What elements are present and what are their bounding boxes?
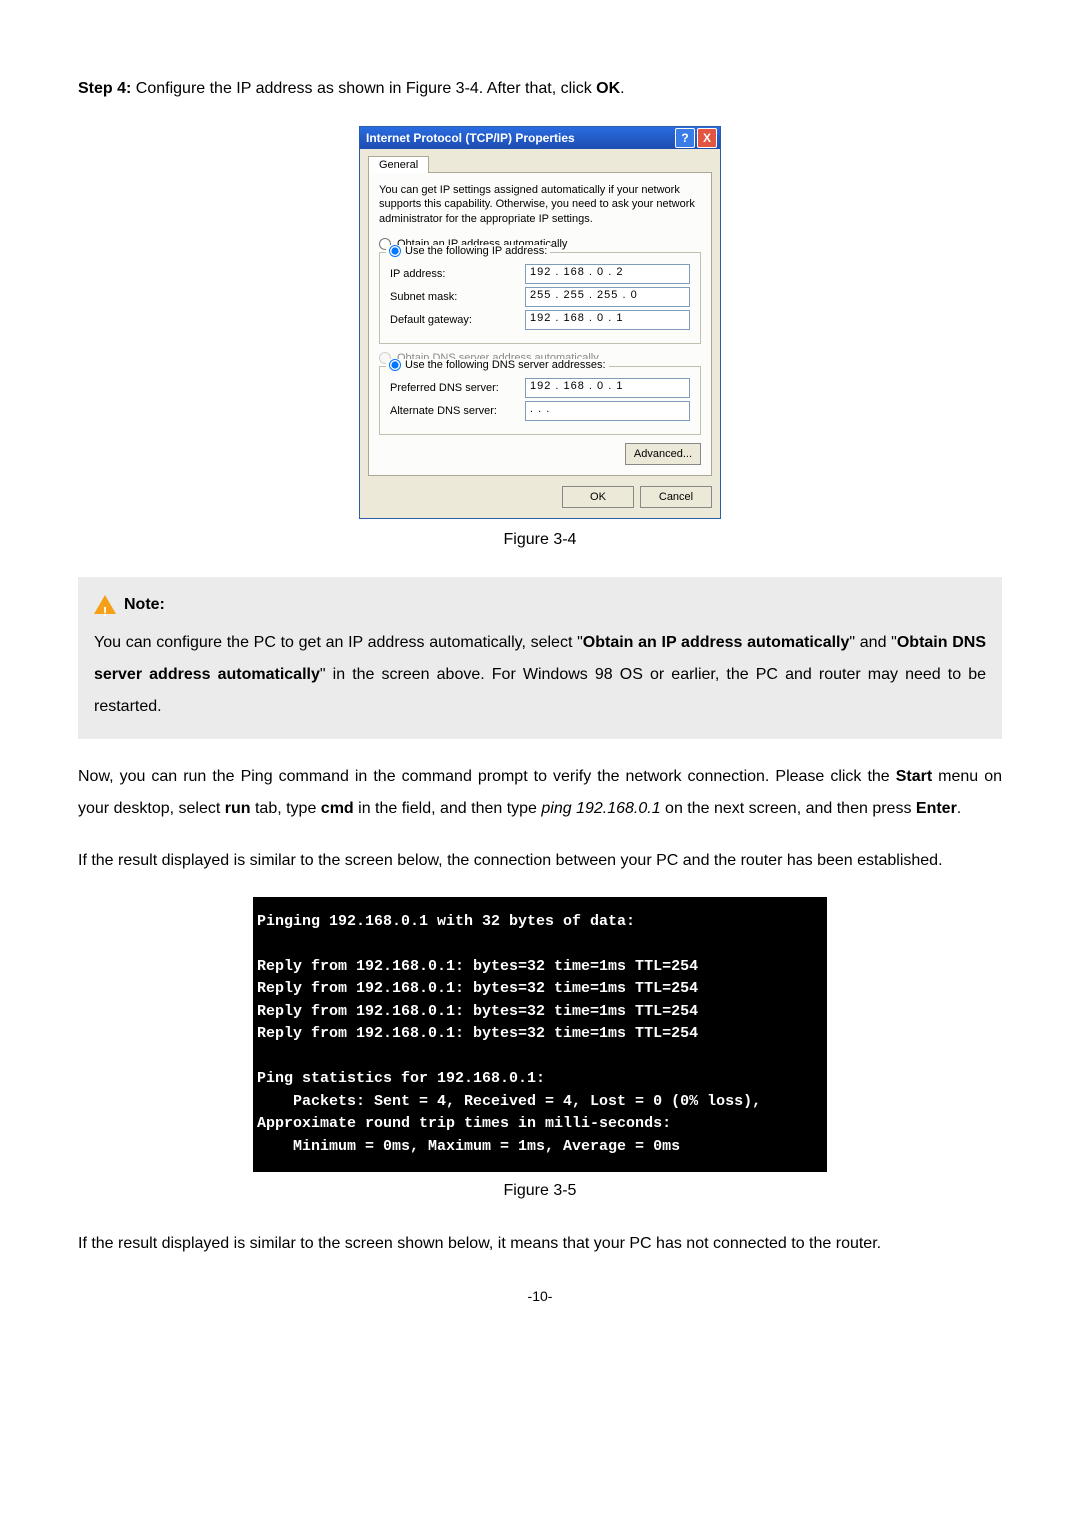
radio-label-use-ip: Use the following IP address: [405,245,547,257]
help-icon[interactable]: ? [675,128,695,148]
step-label: Step 4: [78,80,131,97]
p1-b3: cmd [321,800,354,817]
advanced-button[interactable]: Advanced... [625,443,701,465]
note-t1: You can configure the PC to get an IP ad… [94,634,583,651]
warning-icon: ! [94,595,116,615]
radio-use-ip[interactable]: Use the following IP address: [386,245,550,257]
dialog-titlebar: Internet Protocol (TCP/IP) Properties ? … [360,127,720,149]
alternate-dns-label: Alternate DNS server: [390,405,500,417]
p1-b1: Start [896,768,932,785]
tcpip-properties-dialog: Internet Protocol (TCP/IP) Properties ? … [359,126,721,519]
alternate-dns-input[interactable]: . . . [525,401,690,421]
paragraph-ping-instructions: Now, you can run the Ping command in the… [78,761,1002,825]
note-box: ! Note: You can configure the PC to get … [78,577,1002,739]
default-gateway-input[interactable]: 192 . 168 . 0 . 1 [525,310,690,330]
ip-address-label: IP address: [390,268,500,280]
p1-t5: on the next screen, and then press [661,800,916,817]
step-text2: . [620,80,624,97]
p1-b2: run [225,800,251,817]
step-line: Step 4: Configure the IP address as show… [78,80,1002,98]
dialog-intro: You can get IP settings assigned automat… [379,183,701,226]
preferred-dns-input[interactable]: 192 . 168 . 0 . 1 [525,378,690,398]
note-heading: Note: [124,589,165,621]
p1-t1: Now, you can run the Ping command in the… [78,768,896,785]
radio-use-dns[interactable]: Use the following DNS server addresses: [386,359,609,371]
ip-address-input[interactable]: 192 . 168 . 0 . 2 [525,264,690,284]
paragraph-result-fail: If the result displayed is similar to th… [78,1228,1002,1260]
radio-input-use-ip[interactable] [389,245,401,257]
step-ok: OK [596,80,620,97]
radio-label-use-dns: Use the following DNS server addresses: [405,359,606,371]
paragraph-result-success: If the result displayed is similar to th… [78,845,1002,877]
p1-t6: . [957,800,961,817]
subnet-mask-label: Subnet mask: [390,291,500,303]
p1-t4: in the field, and then type [354,800,542,817]
preferred-dns-label: Preferred DNS server: [390,382,500,394]
ok-button[interactable]: OK [562,486,634,508]
default-gateway-label: Default gateway: [390,314,500,326]
note-b1: Obtain an IP address automatically [583,634,850,651]
p1-i1: ping 192.168.0.1 [541,800,660,817]
subnet-mask-input[interactable]: 255 . 255 . 255 . 0 [525,287,690,307]
close-icon[interactable]: X [697,128,717,148]
figure-3-5-caption: Figure 3-5 [78,1182,1002,1200]
radio-input-use-dns[interactable] [389,359,401,371]
p1-t3: tab, type [251,800,321,817]
page-number: -10- [78,1288,1002,1304]
command-prompt-output: Pinging 192.168.0.1 with 32 bytes of dat… [253,897,827,1173]
dialog-title: Internet Protocol (TCP/IP) Properties [366,131,575,145]
step-text1: Configure the IP address as shown in Fig… [131,80,596,97]
cancel-button[interactable]: Cancel [640,486,712,508]
tab-general[interactable]: General [368,156,429,173]
p1-b4: Enter [916,800,957,817]
note-t2: " and " [849,634,896,651]
figure-3-4-caption: Figure 3-4 [78,531,1002,549]
